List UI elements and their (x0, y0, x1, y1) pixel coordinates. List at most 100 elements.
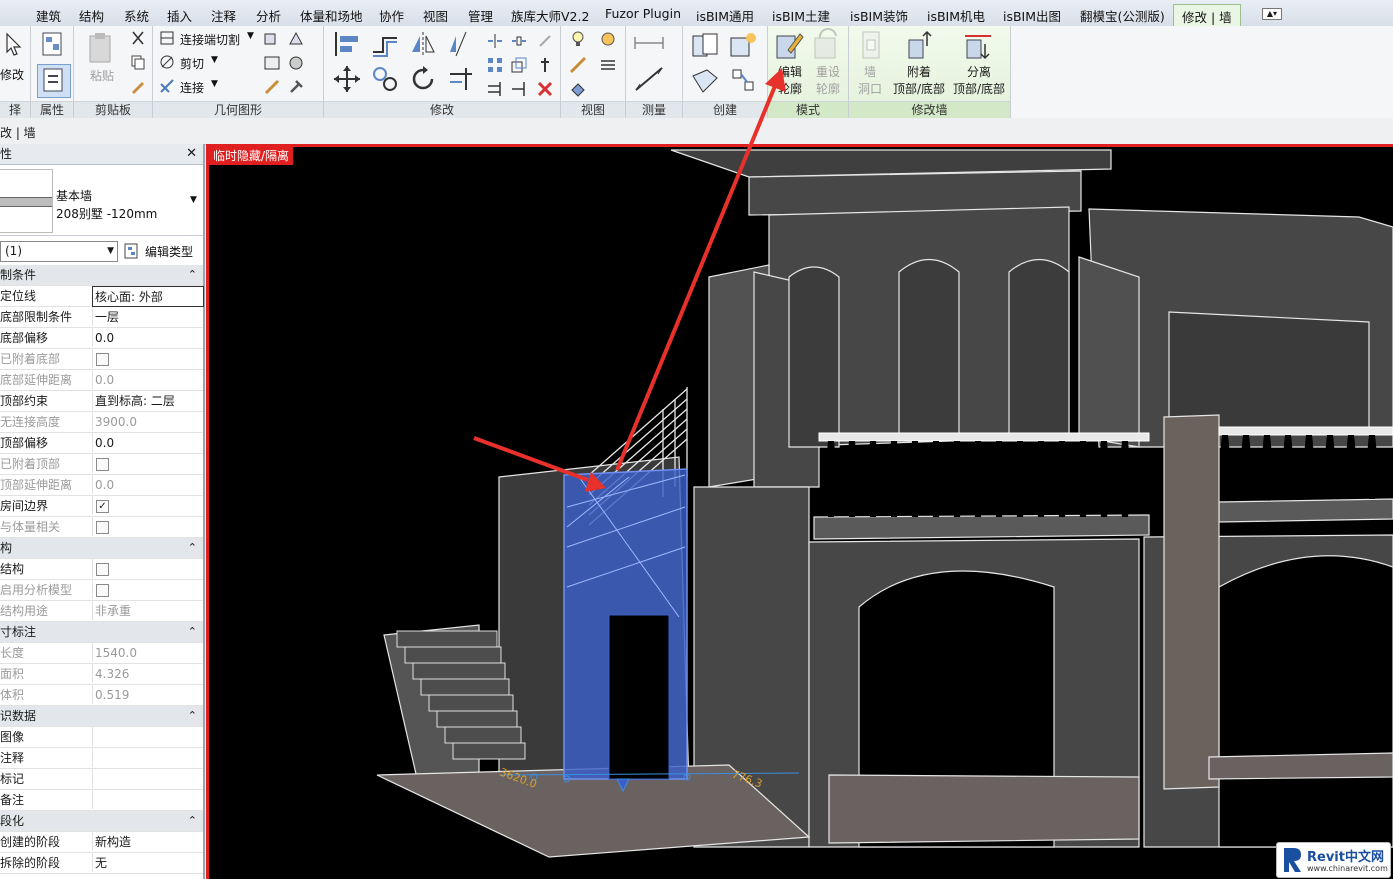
edit-parts-icon[interactable] (263, 78, 281, 96)
property-checkbox[interactable]: ✓ (96, 500, 109, 513)
property-row[interactable]: 注释 (0, 748, 203, 769)
chevron-down-icon[interactable]: ▼ (190, 195, 197, 205)
delete-icon[interactable] (536, 80, 554, 98)
property-row[interactable]: 创建的阶段 新构造 (0, 832, 203, 853)
type-selector[interactable]: 基本墙 208别墅 -120mm ▼ (0, 165, 203, 236)
building-model[interactable]: 3620.0 776.3 (209, 147, 1393, 879)
property-row[interactable]: 结构用途 非承重 (0, 601, 203, 622)
copy-icon[interactable] (130, 54, 146, 70)
property-value[interactable]: ✓ (92, 496, 203, 515)
rotate-icon[interactable] (408, 64, 438, 94)
array-icon[interactable] (486, 56, 504, 74)
create-group-icon[interactable] (689, 66, 721, 96)
cut-geometry-icon[interactable] (159, 54, 175, 70)
demolish-icon[interactable] (287, 54, 305, 72)
detach-top-base-label[interactable]: 分离 顶部/底部 (951, 64, 1007, 98)
unpin-icon[interactable] (536, 32, 554, 50)
attach-top-base-label[interactable]: 附着 顶部/底部 (891, 64, 947, 98)
align-icon[interactable] (332, 30, 362, 58)
match-type-icon[interactable] (130, 78, 146, 94)
property-value[interactable] (92, 559, 203, 578)
property-row[interactable]: 已附着底部 (0, 349, 203, 370)
property-group-header[interactable]: 制条件 ⌃ (0, 265, 203, 286)
move-icon[interactable] (332, 64, 362, 94)
property-row[interactable]: 结构 (0, 559, 203, 580)
scale-icon[interactable] (510, 56, 528, 74)
offset-icon[interactable] (370, 30, 400, 58)
property-checkbox[interactable] (96, 563, 109, 576)
tab-manage[interactable]: 管理 (468, 6, 493, 25)
property-row[interactable]: 底部偏移 0.0 (0, 328, 203, 349)
trim-multiple-icon[interactable] (486, 80, 504, 98)
tab-collaborate[interactable]: 协作 (379, 6, 404, 25)
paste-icon[interactable] (87, 31, 115, 65)
pin-icon[interactable] (536, 56, 554, 74)
measure-between-icon[interactable] (632, 32, 666, 54)
tab-isbim-general[interactable]: isBIM通用 (696, 6, 754, 25)
tab-analyze[interactable]: 分析 (256, 6, 281, 25)
property-group-header[interactable]: 寸标注 ⌃ (0, 622, 203, 643)
property-row[interactable]: 图像 (0, 727, 203, 748)
hammer-icon[interactable] (287, 78, 305, 96)
tab-family-library[interactable]: 族库大师V2.2 (511, 6, 589, 25)
collapse-chevron-icon[interactable]: ⌃ (188, 706, 197, 726)
property-row[interactable]: 已附着顶部 (0, 454, 203, 475)
cut-icon[interactable] (130, 30, 146, 46)
tab-view[interactable]: 视图 (423, 6, 448, 25)
edit-profile-icon[interactable] (774, 28, 804, 62)
property-row[interactable]: 与体量相关 (0, 517, 203, 538)
property-row[interactable]: 标记 (0, 769, 203, 790)
modify-button-label[interactable]: 修改 (0, 66, 24, 83)
ribbon-minimize-toggle[interactable]: ▲▾ (1262, 8, 1282, 20)
split-with-gap-icon[interactable] (510, 32, 528, 50)
create-parts-icon[interactable] (727, 30, 759, 62)
create-assembly-icon[interactable] (689, 30, 721, 62)
close-icon[interactable]: ✕ (186, 144, 197, 164)
tab-massing-site[interactable]: 体量和场地 (300, 6, 363, 25)
join-label[interactable]: 连接 (180, 79, 204, 96)
tab-isbim-mep[interactable]: isBIM机电 (927, 6, 985, 25)
property-row[interactable]: 面积 4.326 (0, 664, 203, 685)
tab-insert[interactable]: 插入 (167, 6, 192, 25)
modify-cursor-icon[interactable] (2, 32, 26, 58)
detach-top-base-icon[interactable] (963, 30, 993, 60)
tab-architecture[interactable]: 建筑 (36, 6, 61, 25)
type-properties-icon[interactable] (37, 64, 71, 98)
tab-fanmobao[interactable]: 翻模宝(公测版) (1080, 6, 1165, 25)
properties-icon[interactable] (39, 30, 67, 58)
join-dropdown-icon[interactable]: ▼ (211, 79, 218, 89)
collapse-chevron-icon[interactable]: ⌃ (188, 538, 197, 558)
tab-systems[interactable]: 系统 (124, 6, 149, 25)
property-row[interactable]: 定位线 核心面: 外部 (0, 286, 204, 307)
property-value[interactable]: 直到标高: 二层 (92, 391, 203, 410)
edit-type-button[interactable]: 编辑类型 (145, 243, 193, 260)
property-value[interactable]: 无 (92, 853, 203, 872)
property-row[interactable]: 房间边界 ✓ (0, 496, 203, 517)
cope-dropdown-icon[interactable]: ▼ (247, 31, 254, 41)
trim-extend-icon[interactable] (446, 64, 476, 94)
split-face-icon[interactable] (287, 30, 305, 48)
property-value[interactable]: 新构造 (92, 832, 203, 851)
property-row[interactable]: 备注 (0, 790, 203, 811)
3d-viewport[interactable]: 3620.0 776.3 (206, 144, 1393, 879)
collapse-chevron-icon[interactable]: ⌃ (188, 622, 197, 642)
line-style-icon[interactable] (599, 56, 617, 74)
cut-geometry-label[interactable]: 剪切 (180, 55, 204, 72)
hide-element-icon[interactable] (569, 80, 587, 98)
override-graphics-icon[interactable] (599, 30, 617, 48)
property-row[interactable]: 顶部延伸距离 0.0 (0, 475, 203, 496)
instance-filter-dropdown[interactable]: (1) ▼ (0, 241, 118, 262)
paint-icon[interactable] (263, 54, 281, 72)
join-icon[interactable] (159, 78, 175, 94)
property-row[interactable]: 顶部约束 直到标高: 二层 (0, 391, 203, 412)
tab-isbim-decoration[interactable]: isBIM装饰 (850, 6, 908, 25)
property-row[interactable]: 拆除的阶段 无 (0, 853, 203, 874)
cut-dropdown-icon[interactable]: ▼ (211, 55, 218, 65)
property-value[interactable]: 核心面: 外部 (92, 286, 204, 307)
tab-structure[interactable]: 结构 (79, 6, 104, 25)
create-similar-icon[interactable] (727, 66, 759, 96)
property-value[interactable] (92, 727, 203, 746)
collapse-chevron-icon[interactable]: ⌃ (188, 811, 197, 831)
property-row[interactable]: 长度 1540.0 (0, 643, 203, 664)
property-row[interactable]: 底部延伸距离 0.0 (0, 370, 203, 391)
